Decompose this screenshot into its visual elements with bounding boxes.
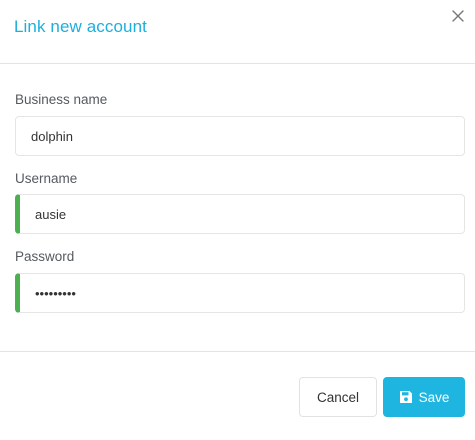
dialog-title: Link new account: [14, 17, 147, 36]
business-name-input[interactable]: [16, 117, 464, 155]
username-label: Username: [15, 171, 78, 186]
footer-divider: [0, 351, 475, 352]
password-label: Password: [15, 249, 75, 264]
password-input[interactable]: [20, 274, 464, 312]
floppy-disk-icon: [399, 391, 412, 403]
username-input[interactable]: [20, 195, 464, 233]
link-account-dialog: Link new account Business name Username …: [0, 0, 475, 440]
save-button-label: Save: [418, 389, 450, 405]
close-icon: [452, 10, 464, 22]
cancel-button[interactable]: Cancel: [299, 377, 377, 417]
close-button[interactable]: [448, 6, 468, 26]
cancel-button-label: Cancel: [316, 389, 360, 405]
save-button[interactable]: Save: [383, 377, 465, 417]
username-field-wrapper: [15, 194, 465, 234]
business-name-label: Business name: [15, 92, 108, 107]
header-divider: [0, 63, 475, 64]
password-field-wrapper: [15, 273, 465, 313]
business-name-field-wrapper: [15, 116, 465, 156]
